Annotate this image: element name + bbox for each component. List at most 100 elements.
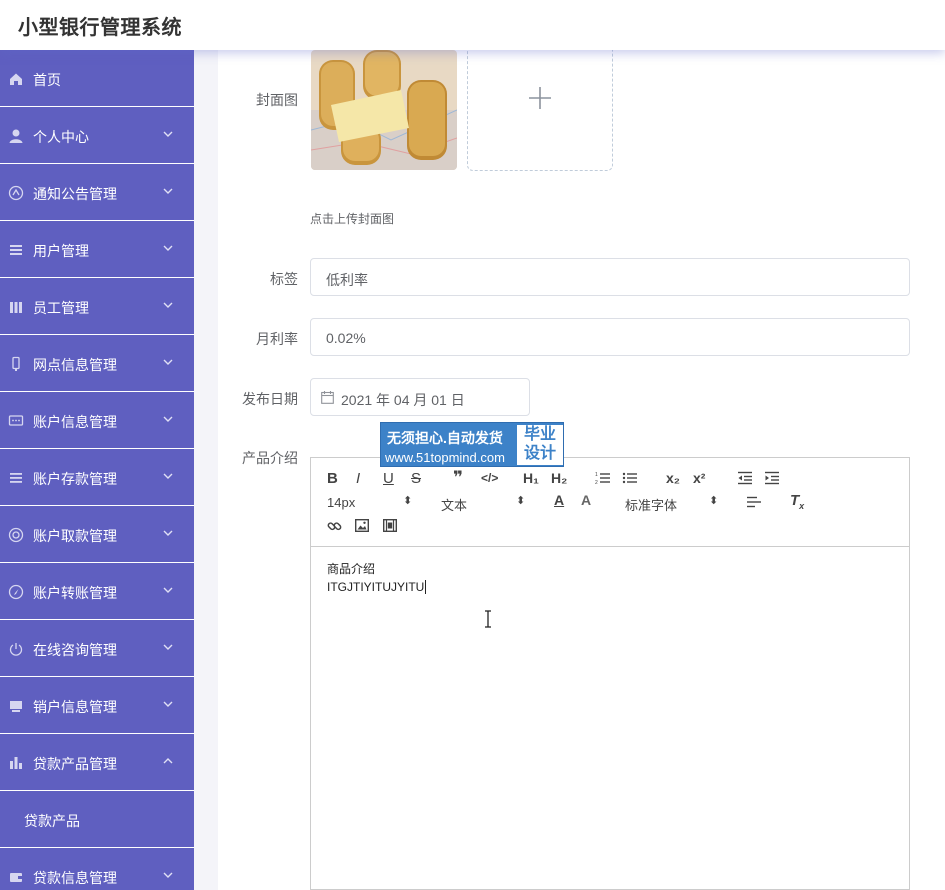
user-icon xyxy=(9,129,23,143)
video-icon[interactable] xyxy=(383,519,397,532)
power-icon xyxy=(9,643,23,656)
editor-toolbar: B I U S ❞ </> H₁ H₂ 12 x₂ x² 14px ⬍ 文本 ⬍… xyxy=(311,458,909,547)
sidebar-item-label: 员工管理 xyxy=(33,300,89,316)
withdraw-icon xyxy=(8,527,24,543)
rate-label: 月利率 xyxy=(256,331,298,347)
align-left-icon[interactable] xyxy=(746,496,762,508)
blockquote-button[interactable]: ❞ xyxy=(453,468,463,488)
bullet-list-icon[interactable] xyxy=(622,471,638,485)
list-icon xyxy=(10,245,22,255)
superscript-button[interactable]: x² xyxy=(693,470,705,486)
sidebar-item-label: 用户管理 xyxy=(33,243,89,259)
app-title: 小型银行管理系统 xyxy=(18,17,182,39)
sidebar-item-withdrawals[interactable]: 账户取款管理 xyxy=(0,506,194,563)
rate-input[interactable]: 0.02% xyxy=(310,318,910,356)
italic-button[interactable]: I xyxy=(356,470,360,487)
editor-text: ITGJTIYITUJYITU xyxy=(327,580,425,594)
sidebar-item-accounts[interactable]: 账户信息管理 xyxy=(0,392,194,449)
submenu-item-loan-product[interactable]: 贷款产品 xyxy=(0,791,194,848)
ordered-list-icon[interactable]: 12 xyxy=(595,471,611,485)
sidebar-item-staff[interactable]: 员工管理 xyxy=(0,278,194,335)
sidebar-item-account-closure[interactable]: 销户信息管理 xyxy=(0,677,194,734)
clear-format-button[interactable]: Tx xyxy=(790,492,804,511)
sidebar-item-loan-info[interactable]: 贷款信息管理 xyxy=(0,848,194,890)
bold-button[interactable]: B xyxy=(327,470,338,487)
h2-button[interactable]: H₂ xyxy=(551,470,567,486)
rate-input-value: 0.02% xyxy=(326,330,366,346)
sidebar-item-label: 账户信息管理 xyxy=(33,414,117,430)
sidebar-item-deposits[interactable]: 账户存款管理 xyxy=(0,449,194,506)
font-size-select[interactable]: 14px xyxy=(327,495,355,510)
watermark-badge-line2: 设计 xyxy=(523,445,556,462)
subscript-button[interactable]: x₂ xyxy=(666,470,680,486)
rich-text-editor[interactable]: B I U S ❞ </> H₁ H₂ 12 x₂ x² 14px ⬍ 文本 ⬍… xyxy=(310,457,910,890)
editor-line: ITGJTIYITUJYITU xyxy=(327,578,427,596)
sidebar-item-loan-products[interactable]: 贷款产品管理 xyxy=(0,734,194,791)
sidebar-item-label: 网点信息管理 xyxy=(33,357,117,373)
sidebar-item-personal-center[interactable]: 个人中心 xyxy=(0,107,194,164)
code-button[interactable]: </> xyxy=(481,471,498,485)
account-icon xyxy=(8,415,24,426)
sidebar-item-label: 贷款产品管理 xyxy=(33,756,117,772)
h1-button[interactable]: H₁ xyxy=(523,470,539,486)
tag-input[interactable]: 低利率 xyxy=(310,258,910,296)
date-picker[interactable]: 2021 年 04 月 01 日 xyxy=(310,378,530,416)
sidebar-item-label: 在线咨询管理 xyxy=(33,642,117,658)
chevron-down-icon xyxy=(163,416,173,422)
transfer-icon xyxy=(8,584,24,600)
plus-icon xyxy=(529,87,551,109)
coins-image xyxy=(311,50,457,170)
sidebar-item-notices[interactable]: 通知公告管理 xyxy=(0,164,194,221)
watermark-badge-line1: 毕业 xyxy=(523,426,556,443)
font-family-select[interactable]: 标准字体 xyxy=(625,495,677,514)
block-format-select[interactable]: 文本 xyxy=(441,495,467,514)
watermark-badge: 毕业 设计 xyxy=(517,425,563,465)
sidebar: 首页 个人中心 通知公告管理 用户管理 员工管理 网点信息管理 账户信息管理 账… xyxy=(0,50,194,890)
calendar-icon xyxy=(321,391,334,404)
select-arrows-icon: ⬍ xyxy=(403,495,413,507)
date-label: 发布日期 xyxy=(242,391,298,407)
staff-icon xyxy=(10,302,22,313)
editor-content[interactable]: 商品介绍 ITGJTIYITUJYITU xyxy=(327,560,427,596)
sidebar-item-transfers[interactable]: 账户转账管理 xyxy=(0,563,194,620)
select-arrows-icon: ⬍ xyxy=(516,495,526,507)
sidebar-item-branches[interactable]: 网点信息管理 xyxy=(0,335,194,392)
cover-label: 封面图 xyxy=(256,92,298,108)
outdent-icon[interactable] xyxy=(737,471,753,485)
sidebar-item-label: 账户取款管理 xyxy=(33,528,117,544)
image-icon[interactable] xyxy=(355,519,369,532)
text-color-button[interactable]: A xyxy=(554,492,564,508)
chevron-up-icon xyxy=(163,758,173,764)
notice-icon xyxy=(8,185,24,201)
i-beam-cursor-icon xyxy=(485,610,491,628)
sidebar-item-label: 通知公告管理 xyxy=(33,186,117,202)
close-account-icon xyxy=(10,701,22,712)
strike-button[interactable]: S xyxy=(411,470,421,487)
chevron-down-icon xyxy=(163,644,173,650)
svg-text:1: 1 xyxy=(595,472,598,478)
chevron-down-icon xyxy=(163,701,173,707)
home-icon xyxy=(10,73,22,85)
chevron-down-icon xyxy=(163,473,173,479)
watermark-line2: www.51topmind.com xyxy=(385,450,505,465)
sidebar-item-users[interactable]: 用户管理 xyxy=(0,221,194,278)
indent-icon[interactable] xyxy=(764,471,780,485)
sidebar-item-home[interactable]: 首页 xyxy=(0,50,194,107)
sidebar-item-label: 销户信息管理 xyxy=(33,699,117,715)
sidebar-item-label: 账户转账管理 xyxy=(33,585,117,601)
intro-label: 产品介绍 xyxy=(242,450,298,466)
chevron-down-icon xyxy=(163,188,173,194)
select-arrows-icon: ⬍ xyxy=(709,495,719,507)
chevron-down-icon xyxy=(163,131,173,137)
tag-input-value: 低利率 xyxy=(326,272,368,288)
wallet-icon xyxy=(10,873,22,882)
cover-thumbnail[interactable] xyxy=(311,50,457,170)
text-caret xyxy=(425,580,427,594)
background-color-button[interactable]: A xyxy=(581,492,591,508)
underline-button[interactable]: U xyxy=(383,470,394,487)
sidebar-item-consulting[interactable]: 在线咨询管理 xyxy=(0,620,194,677)
chevron-down-icon xyxy=(163,245,173,251)
date-value: 2021 年 04 月 01 日 xyxy=(341,392,465,408)
link-icon[interactable] xyxy=(327,519,342,534)
bar-chart-icon xyxy=(10,757,22,769)
